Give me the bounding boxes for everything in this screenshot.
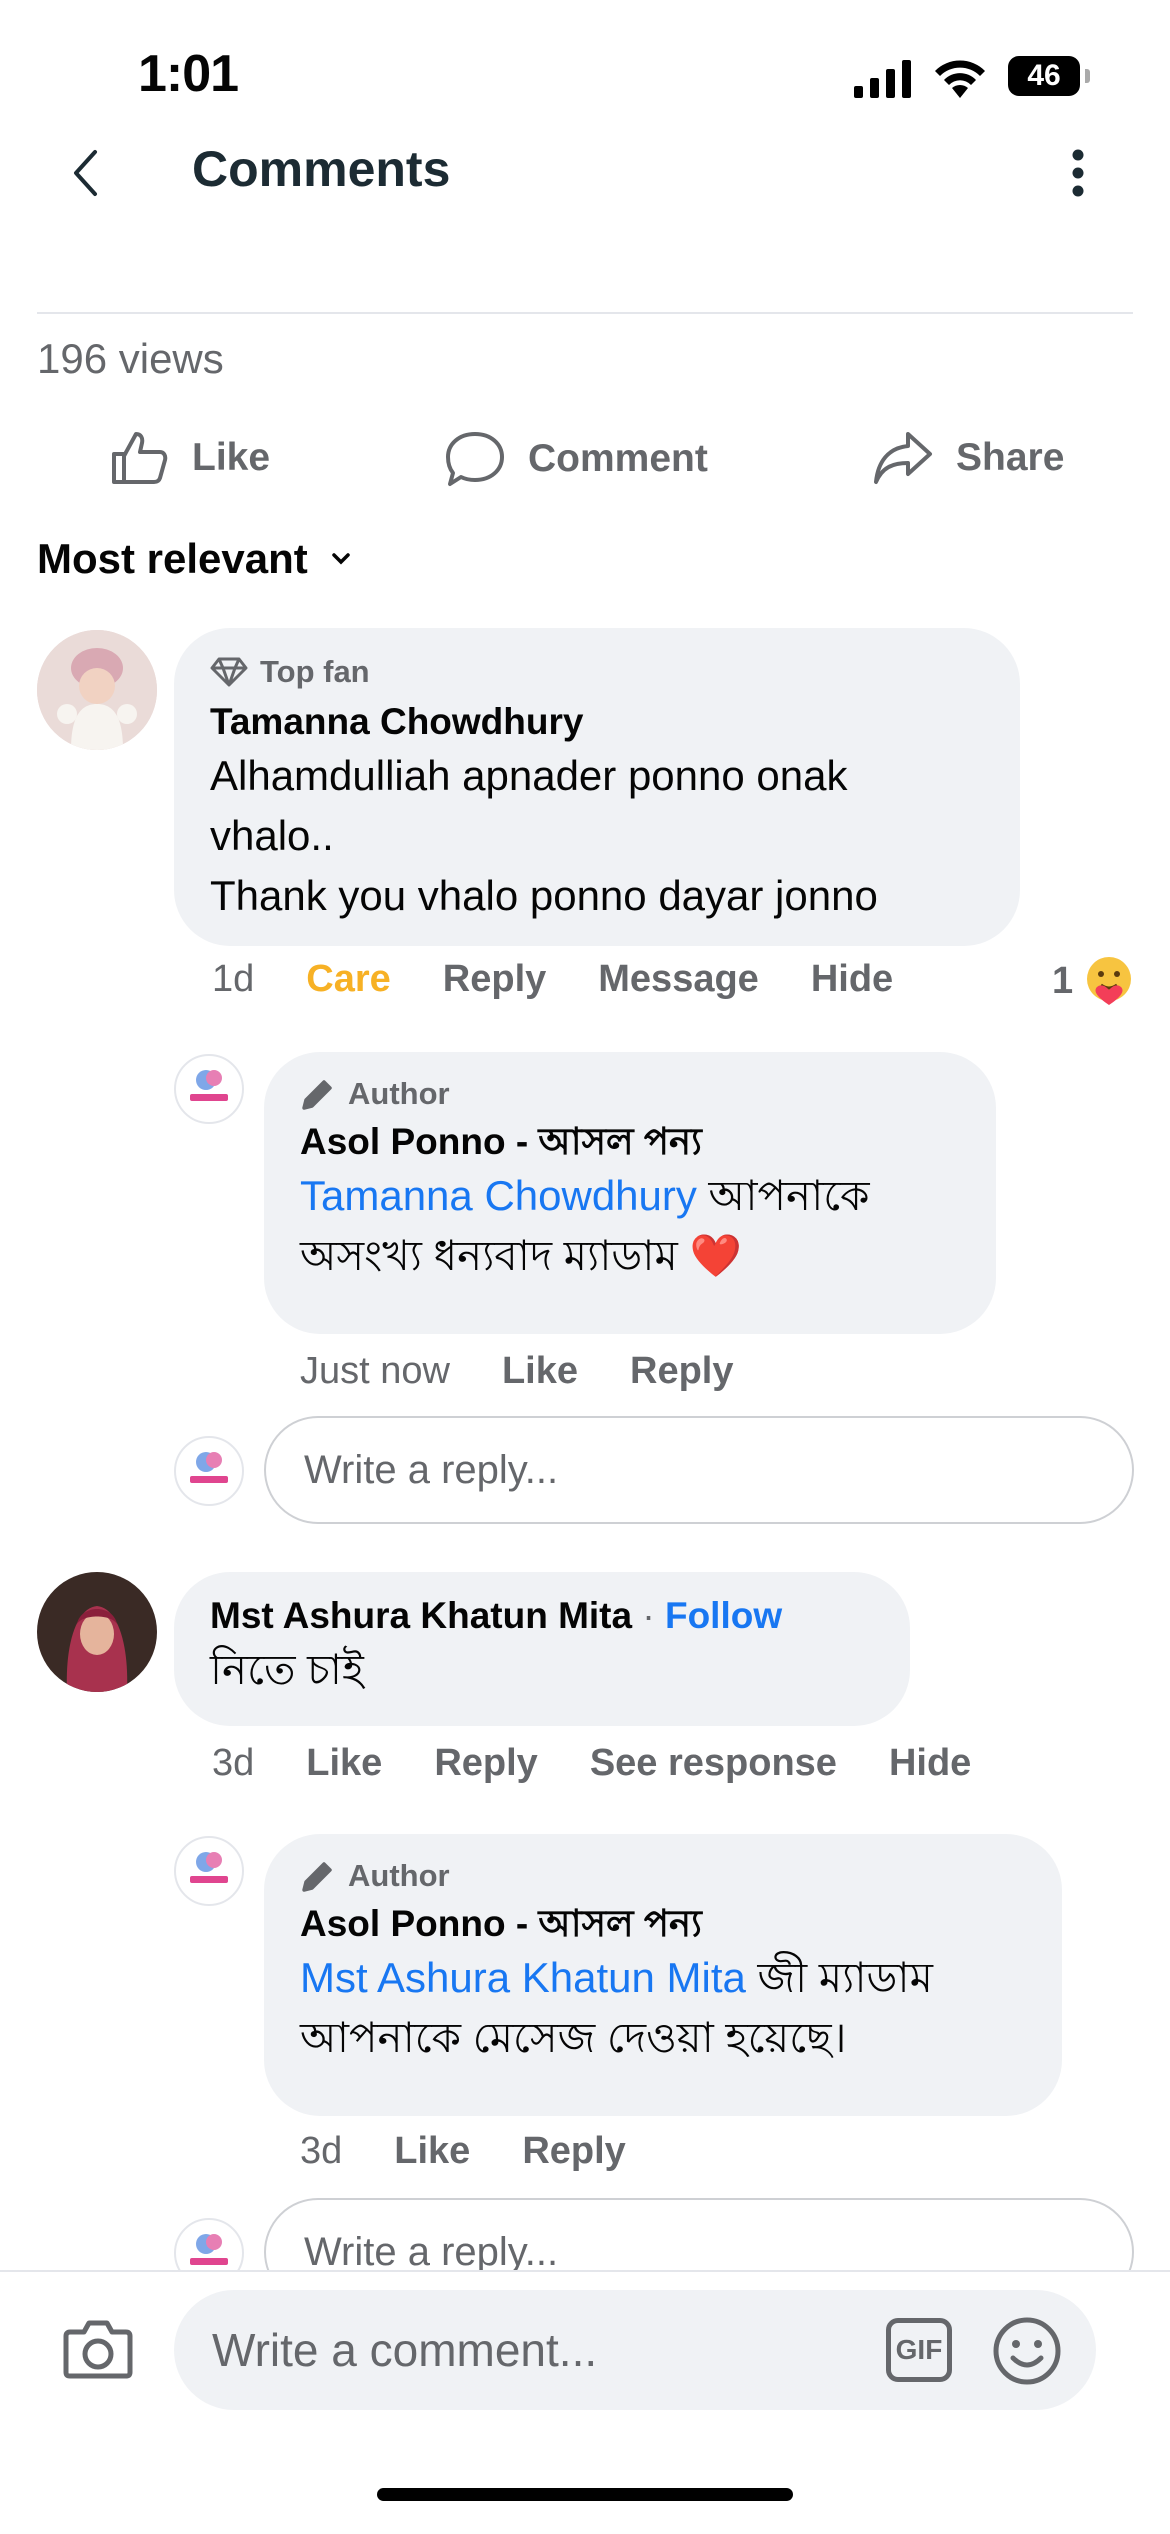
emoji-icon[interactable] [992, 2316, 1062, 2386]
timestamp: Just now [300, 1350, 450, 1392]
back-chevron-icon[interactable] [70, 148, 100, 198]
avatar[interactable] [37, 630, 157, 750]
comment-button[interactable]: Comment [444, 430, 708, 488]
reply-placeholder: Write a reply... [304, 1447, 559, 1492]
comment-input[interactable]: Write a comment... [174, 2290, 1096, 2410]
battery-level: 46 [1027, 59, 1061, 92]
reply-input[interactable]: Write a reply... [264, 1416, 1134, 1524]
more-options-icon[interactable] [1068, 148, 1088, 198]
like-button[interactable]: Like [306, 1742, 382, 1785]
page-title: Comments [192, 141, 451, 197]
diamond-icon [210, 657, 248, 687]
timestamp: 3d [212, 1742, 255, 1784]
wifi-icon [935, 60, 985, 98]
header-divider [37, 312, 1133, 314]
mention-link[interactable]: Mst Ashura Khatun Mita [300, 1954, 746, 2001]
thumbs-up-icon [112, 432, 168, 484]
reply-meta: Just now Like Reply [300, 1350, 786, 1393]
reaction-summary[interactable]: 1 [1052, 955, 1135, 1007]
hide-button[interactable]: Hide [889, 1742, 971, 1785]
reply-text: অসংখ্য ধন্যবাদ ম্যাডাম [300, 1232, 678, 1279]
timestamp: 1d [212, 958, 255, 1000]
cellular-signal-icon [854, 60, 911, 98]
timestamp: 3d [300, 2130, 343, 2172]
reply-button[interactable]: Reply [522, 2130, 625, 2173]
comment-text-line: Thank you vhalo ponno dayar jonno [210, 872, 878, 919]
comment-bubble-icon [446, 432, 504, 486]
badge-label: Author [348, 1076, 450, 1111]
care-reaction-button[interactable]: Care [306, 958, 391, 1001]
reply-bubble[interactable]: Author Asol Ponno - আসল পন্য Tamanna Cho… [264, 1052, 996, 1334]
comment-placeholder: Write a comment... [212, 2324, 598, 2376]
reply-button[interactable]: Reply [434, 1742, 537, 1785]
asol-ponno-logo-icon [190, 1070, 228, 1101]
page-avatar[interactable] [174, 1054, 244, 1124]
author-name[interactable]: Asol Ponno - আসল পন্য [300, 1118, 960, 1166]
mention-link[interactable]: Tamanna Chowdhury [300, 1172, 697, 1219]
reaction-count: 1 [1052, 959, 1074, 1002]
like-label: Like [192, 436, 271, 479]
comment-bubble[interactable]: Top fan Tamanna Chowdhury Alhamdulliah a… [174, 628, 1020, 946]
like-button[interactable]: Like [502, 1350, 578, 1393]
follow-button[interactable]: Follow [665, 1595, 782, 1636]
hide-button[interactable]: Hide [811, 958, 893, 1001]
gif-label: GIF [895, 2334, 943, 2365]
comment-text-line: vhalo.. [210, 812, 334, 859]
author-badge: Author [300, 1858, 1026, 1894]
reply-text: আপনাকে মেসেজ দেওয়া হয়েছে। [300, 2014, 847, 2061]
see-response-button[interactable]: See response [590, 1742, 837, 1785]
page-avatar [174, 1436, 244, 1506]
share-arrow-icon [874, 432, 932, 484]
message-button[interactable]: Message [598, 958, 759, 1001]
commenter-name[interactable]: Mst Ashura Khatun Mita [210, 1595, 632, 1636]
asol-ponno-logo-icon [190, 1452, 228, 1483]
comment-bubble[interactable]: Mst Ashura Khatun Mita · Follow নিতে চাই [174, 1572, 910, 1726]
asol-ponno-logo-icon [190, 1852, 228, 1883]
battery-indicator: 46 [1008, 56, 1090, 96]
battery-cap [1085, 69, 1090, 83]
author-name[interactable]: Asol Ponno - আসল পন্য [300, 1900, 1026, 1948]
care-emoji-icon [1087, 957, 1132, 1005]
comment-meta: 3d Like Reply See response Hide [212, 1742, 1023, 1785]
views-count: 196 views [37, 335, 224, 382]
reply-button[interactable]: Reply [443, 958, 546, 1001]
reply-button[interactable]: Reply [630, 1350, 733, 1393]
camera-icon[interactable] [62, 2318, 134, 2380]
reply-bubble[interactable]: Author Asol Ponno - আসল পন্য Mst Ashura … [264, 1834, 1062, 2116]
reply-text: আপনাকে [696, 1172, 870, 1219]
baby-photo-icon [37, 630, 157, 750]
comment-meta: 1d Care Reply Message Hide [212, 958, 945, 1001]
heart-emoji: ❤️ [689, 1232, 742, 1279]
reply-text: জী ম্যাডাম [745, 1954, 933, 2001]
share-label: Share [956, 436, 1065, 479]
status-time: 1:01 [138, 45, 239, 103]
reply-placeholder: Write a reply... [304, 2229, 559, 2274]
badge-label: Top fan [260, 654, 370, 689]
sort-dropdown[interactable]: Most relevant [37, 535, 350, 583]
reply-meta: 3d Like Reply [300, 2130, 678, 2173]
sort-label: Most relevant [37, 535, 308, 582]
pencil-icon [302, 1080, 332, 1110]
like-button[interactable]: Like [394, 2130, 470, 2173]
like-button[interactable]: Like [110, 430, 270, 486]
author-badge: Author [300, 1076, 960, 1112]
comment-text-line: Alhamdulliah apnader ponno onak [210, 752, 848, 799]
commenter-name[interactable]: Tamanna Chowdhury [210, 698, 984, 746]
comment-text: নিতে চাই [210, 1646, 364, 1693]
avatar[interactable] [37, 1572, 157, 1692]
share-button[interactable]: Share [872, 430, 1064, 486]
chevron-down-icon [332, 553, 350, 565]
comment-label: Comment [528, 437, 708, 480]
home-indicator [377, 2488, 793, 2501]
top-fan-badge: Top fan [210, 654, 984, 690]
page-avatar[interactable] [174, 1836, 244, 1906]
pencil-icon [302, 1862, 332, 1892]
gif-button[interactable]: GIF [886, 2318, 952, 2382]
badge-label: Author [348, 1858, 450, 1893]
woman-photo-icon [37, 1572, 157, 1692]
